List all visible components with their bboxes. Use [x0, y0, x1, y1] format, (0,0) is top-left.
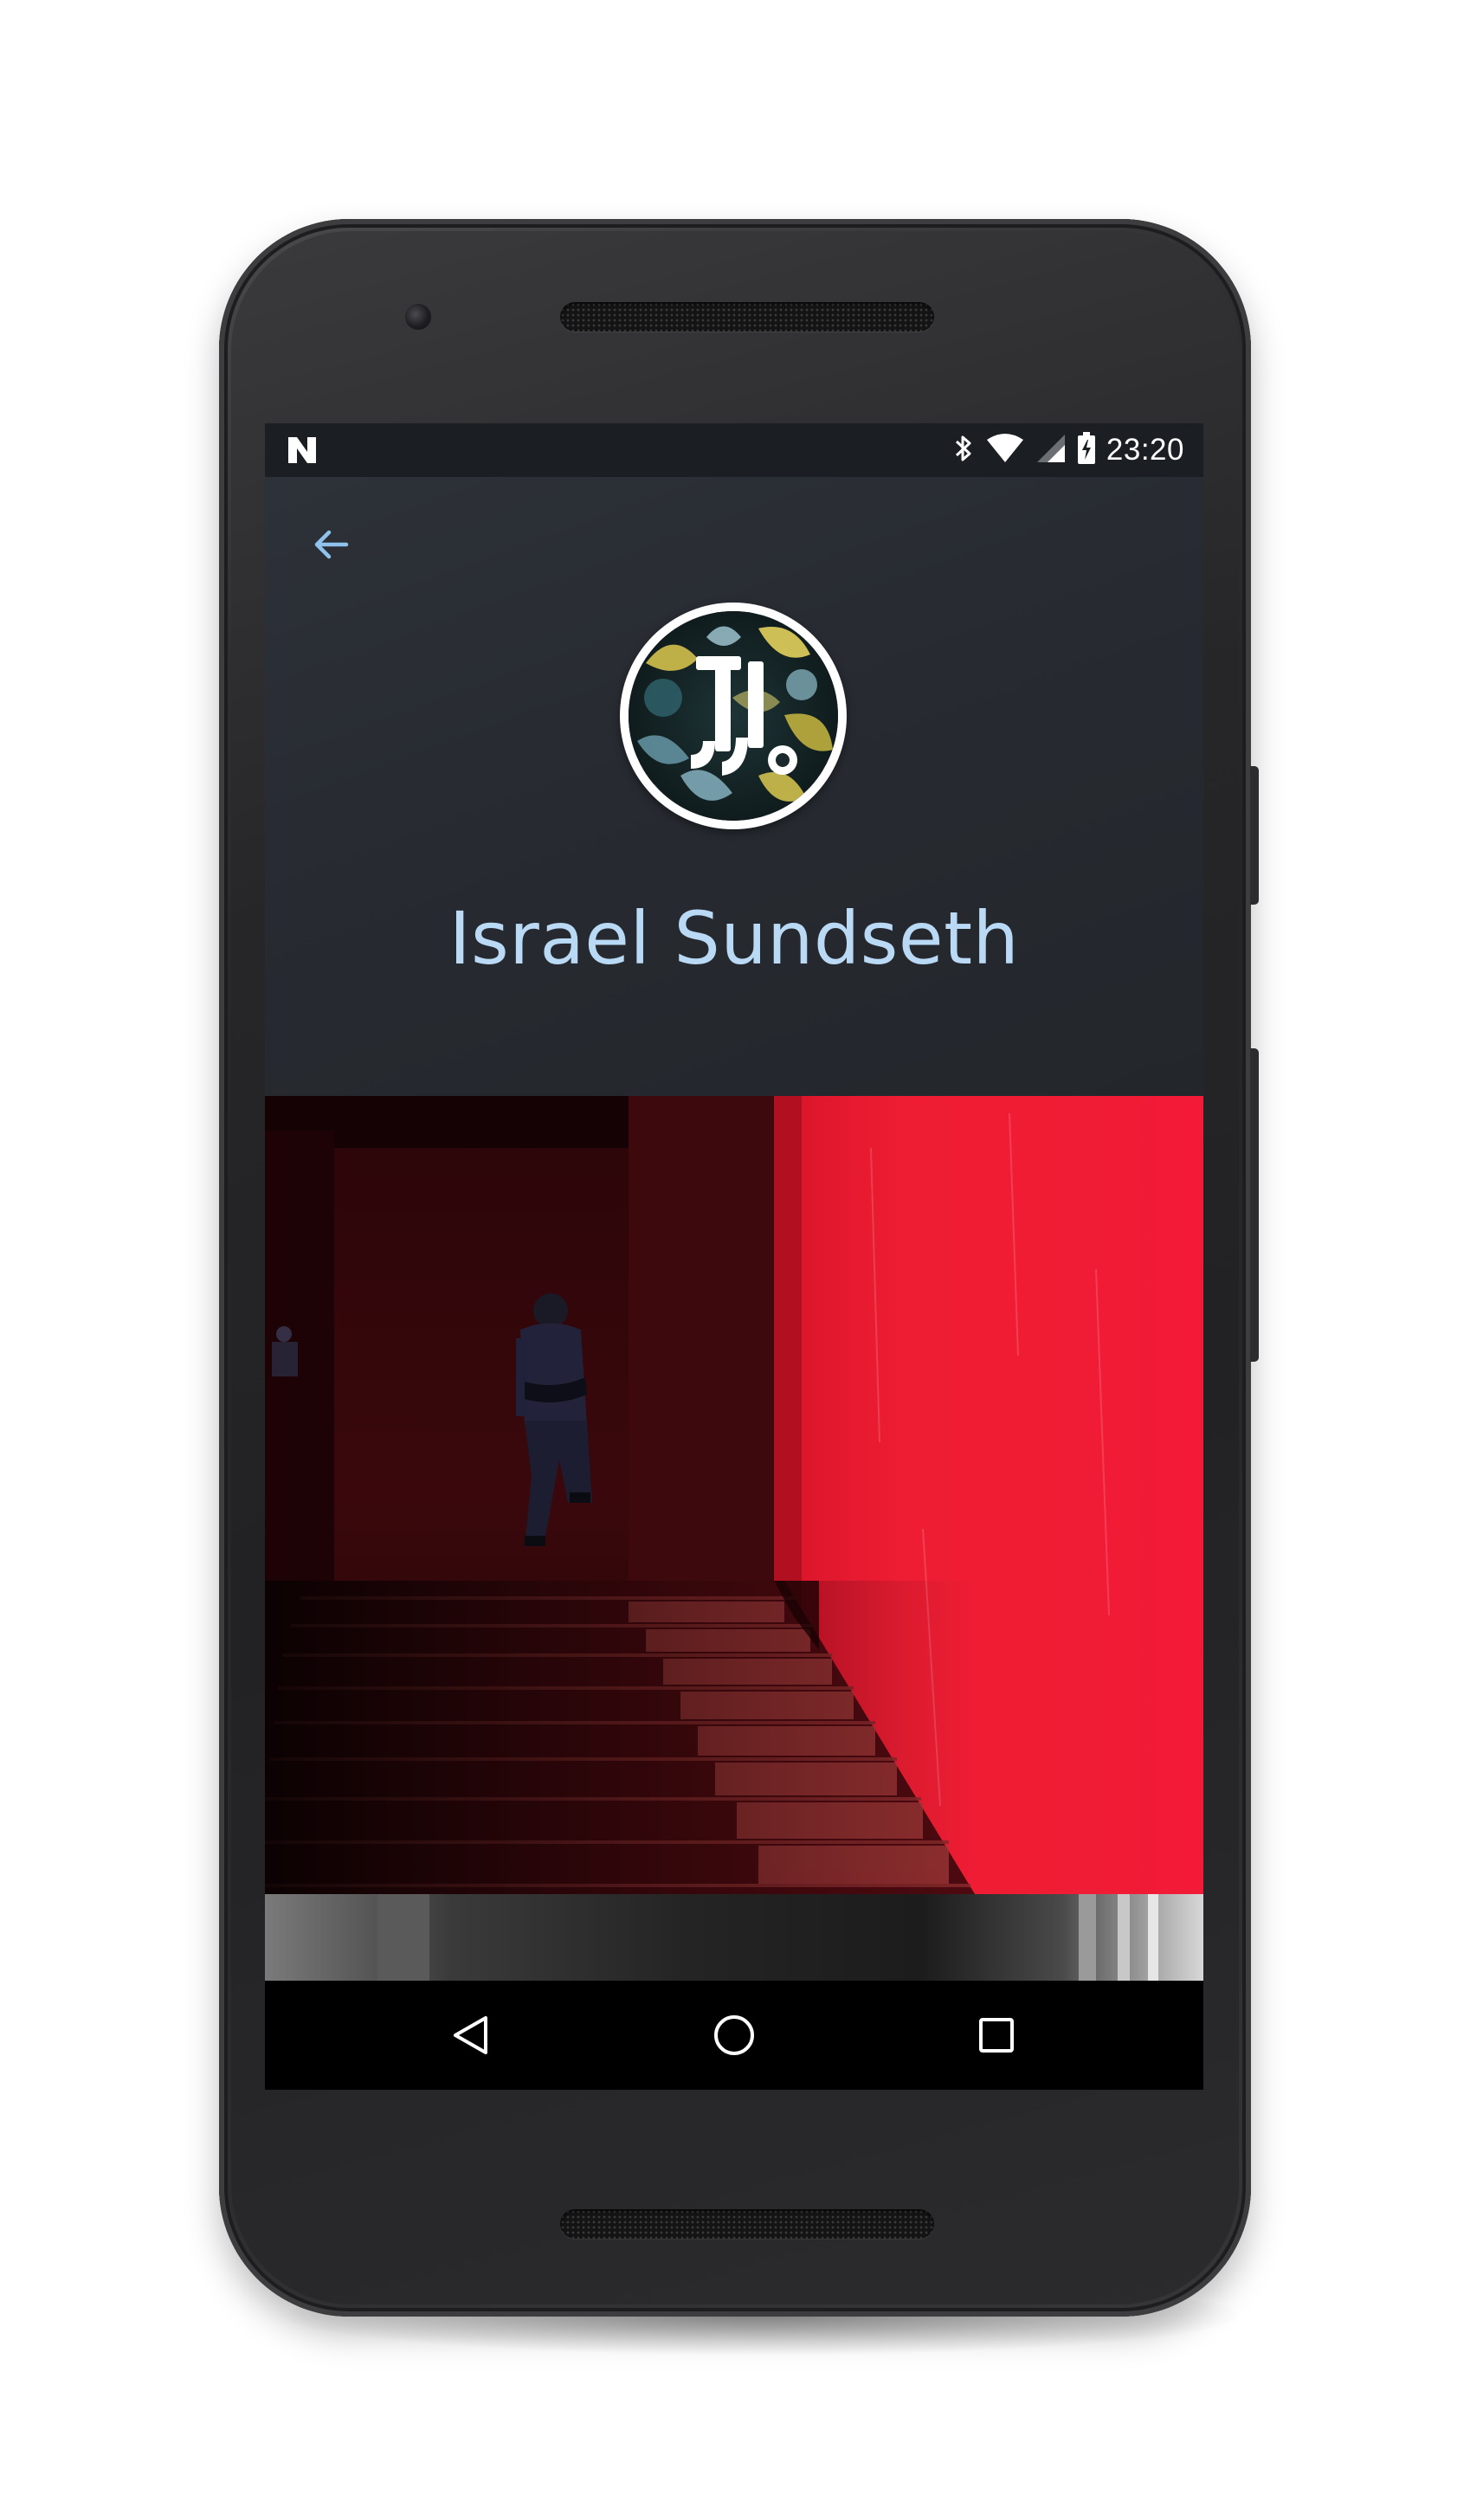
feed-photo-partial[interactable]	[265, 1894, 1203, 1981]
back-button[interactable]	[300, 513, 362, 576]
profile-name: Israel Sundseth	[448, 896, 1020, 981]
avatar-image	[629, 611, 838, 821]
cell-signal-icon	[1035, 433, 1067, 467]
phone-screen: 23:20 Israel Sundseth	[265, 423, 1203, 2090]
battery-charging-icon	[1077, 432, 1096, 468]
volume-rocker	[1250, 1048, 1259, 1362]
feed-photo-red-wall[interactable]	[265, 1096, 1203, 1894]
status-bar: 23:20	[265, 423, 1203, 477]
profile-header: Israel Sundseth	[265, 477, 1203, 1096]
power-button	[1250, 766, 1259, 905]
front-camera	[405, 304, 431, 330]
n-notification-icon	[286, 435, 319, 466]
profile-avatar[interactable]	[620, 603, 847, 829]
status-icons: 23:20	[952, 423, 1184, 477]
nav-home-button[interactable]	[704, 2005, 764, 2066]
nav-recents-button[interactable]	[966, 2005, 1027, 2066]
product-shot-canvas: 23:20 Israel Sundseth	[0, 0, 1470, 2520]
status-time: 23:20	[1106, 433, 1184, 467]
arrow-left-icon	[314, 530, 349, 559]
system-navigation-bar	[265, 1981, 1203, 2090]
triangle-back-icon	[454, 2016, 487, 2054]
wifi-icon	[985, 433, 1025, 467]
bluetooth-icon	[952, 433, 975, 467]
circle-home-icon	[714, 2015, 754, 2055]
bottom-speaker-grille	[560, 2209, 934, 2239]
square-recents-icon	[979, 2018, 1014, 2053]
earpiece-speaker-grille	[560, 302, 934, 332]
nav-back-button[interactable]	[441, 2005, 501, 2066]
